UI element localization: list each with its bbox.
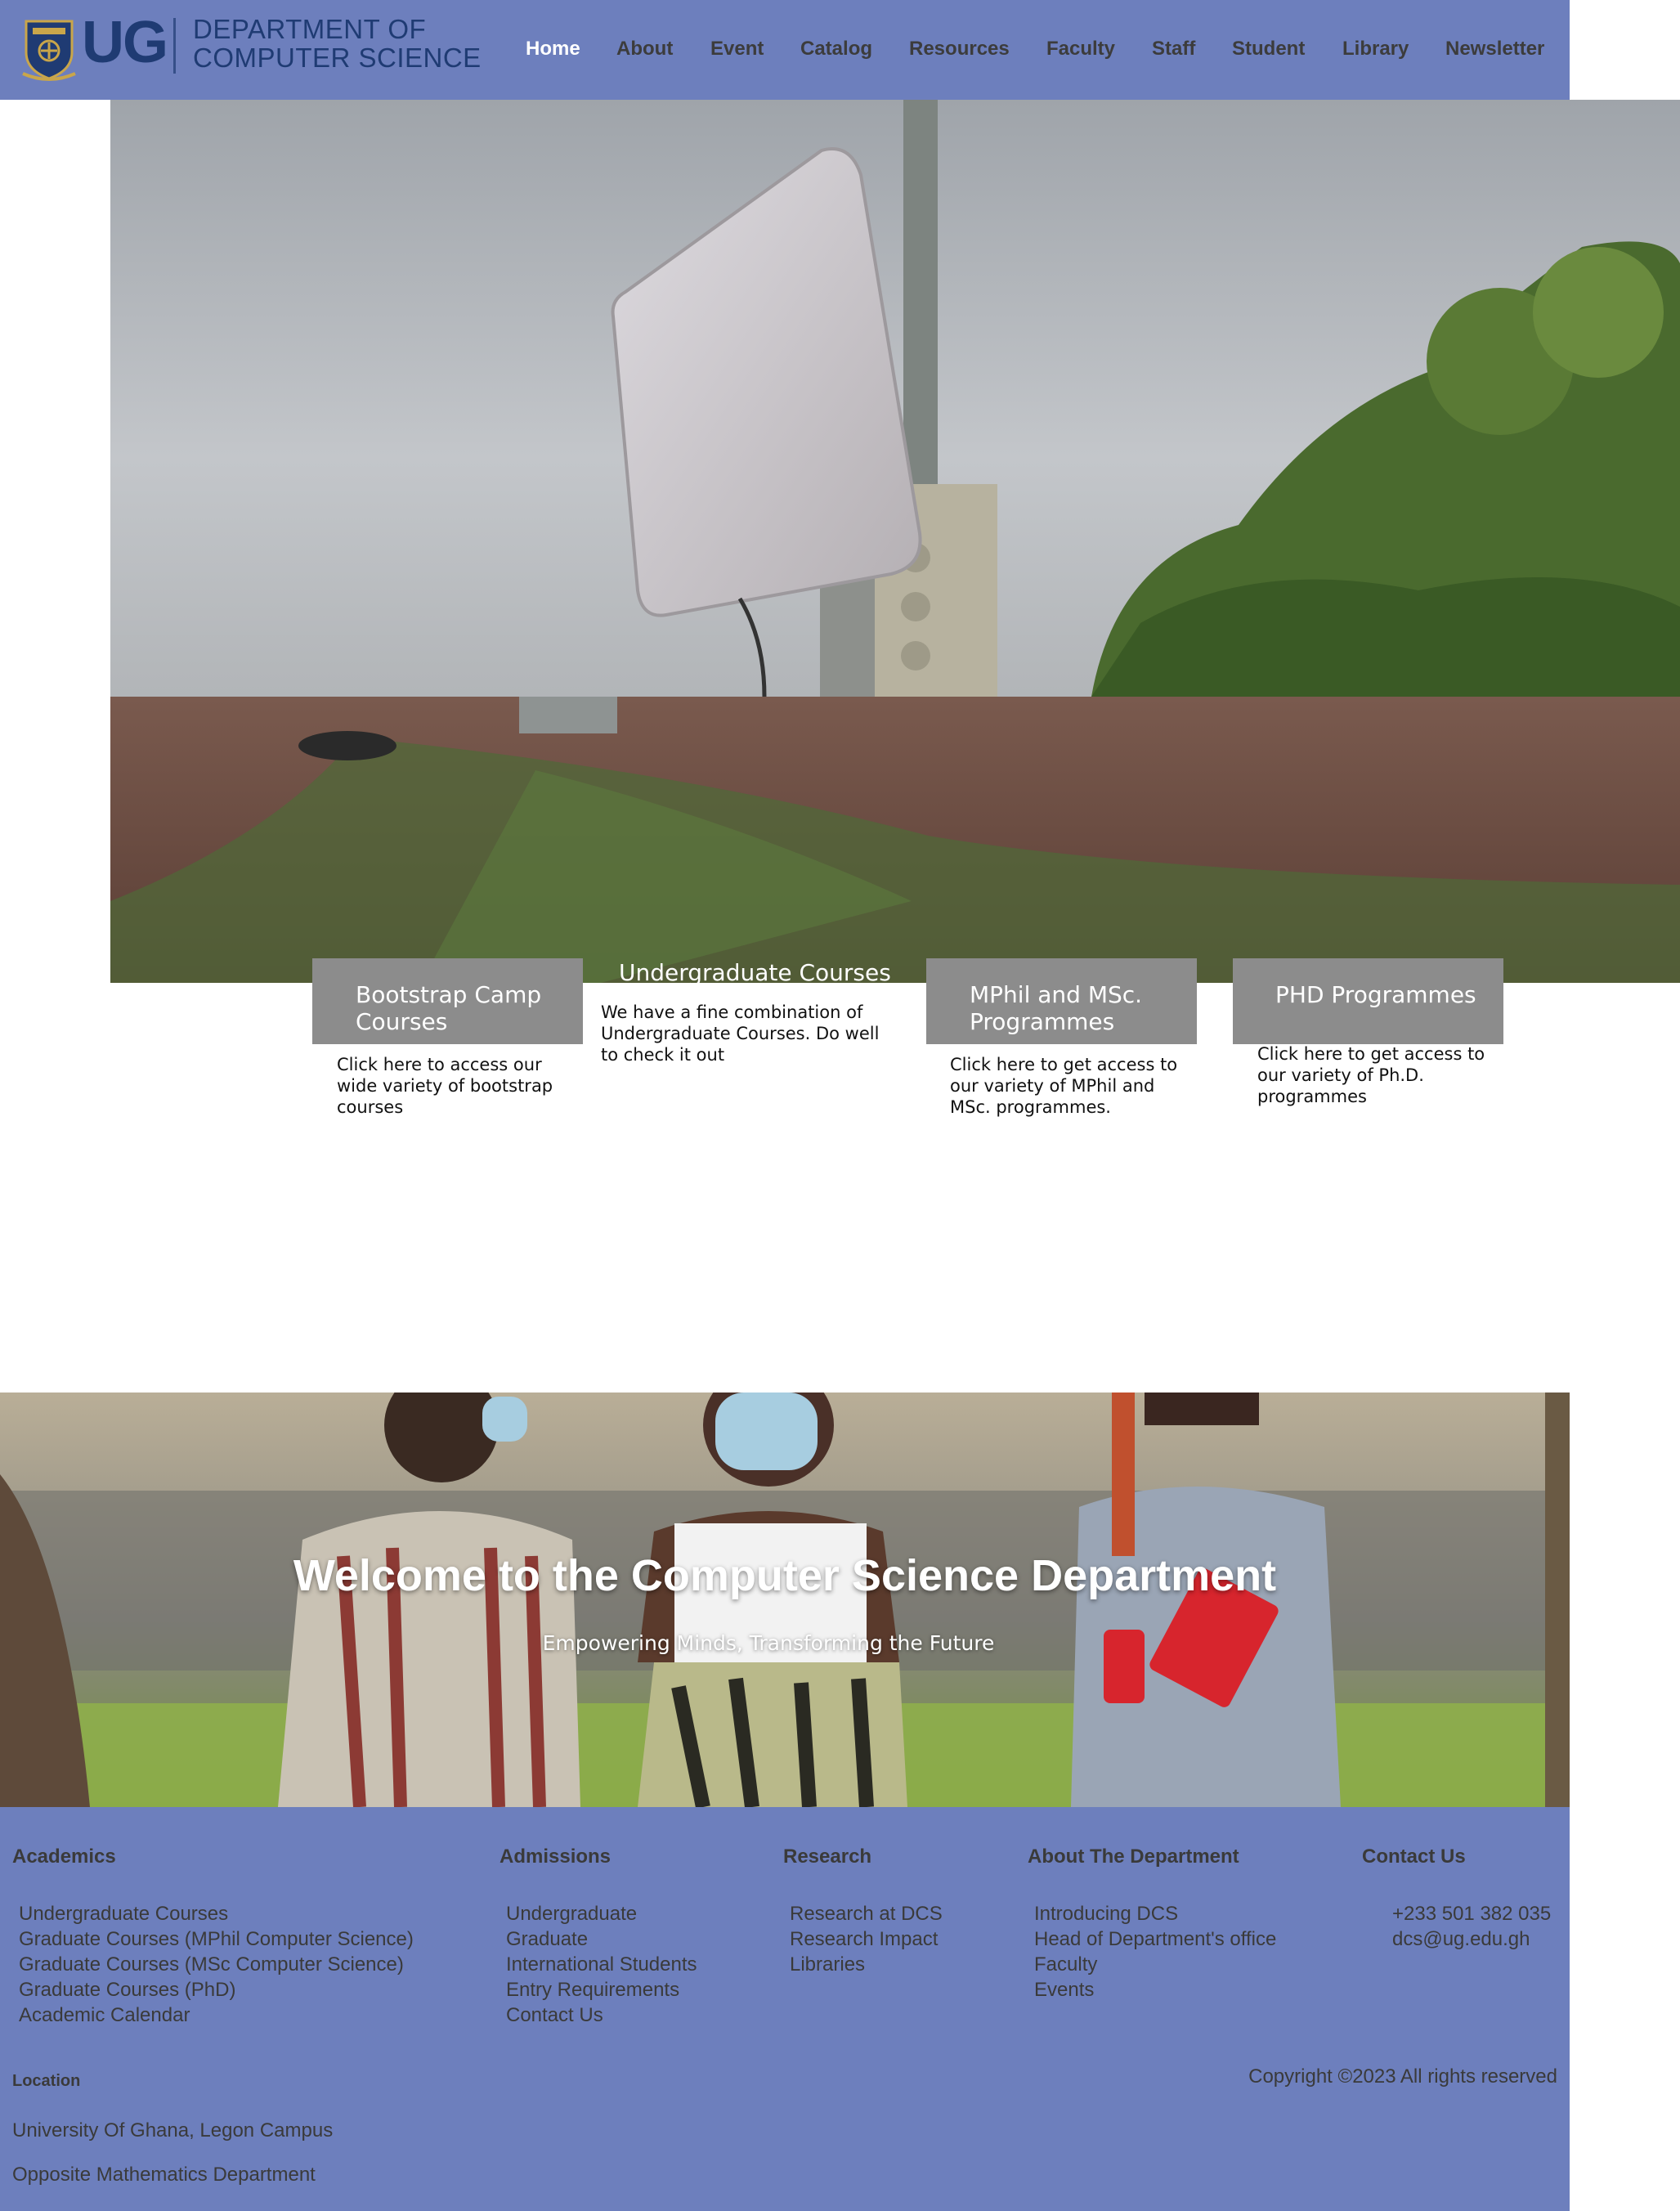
footer-link-undergraduate[interactable]: Undergraduate — [506, 1901, 697, 1926]
footer-link-entry-requirements[interactable]: Entry Requirements — [506, 1977, 697, 2002]
logo-department-name[interactable]: DEPARTMENT OF COMPUTER SCIENCE — [193, 15, 482, 72]
nav-event[interactable]: Event — [710, 38, 764, 61]
footer-contact-heading: Contact Us — [1362, 1845, 1466, 1868]
footer-link-academic-calendar[interactable]: Academic Calendar — [19, 2002, 414, 2028]
footer-link-contact-us[interactable]: Contact Us — [506, 2002, 697, 2028]
mphil-msc-card-title[interactable]: MPhil and MSc. Programmes — [926, 958, 1197, 1044]
footer-link-graduate-phd[interactable]: Graduate Courses (PhD) — [19, 1977, 414, 2002]
university-crest-icon[interactable] — [21, 16, 77, 82]
footer-research-heading: Research — [783, 1845, 872, 1868]
logo-wordmark[interactable]: UG — [82, 8, 168, 77]
hero-antenna-image — [110, 100, 1680, 983]
footer-admissions: Admissions Undergraduate Graduate Intern… — [500, 1845, 697, 2028]
nav-resources[interactable]: Resources — [909, 38, 1010, 61]
footer-link-events[interactable]: Events — [1034, 1977, 1276, 2002]
site-header: UG DEPARTMENT OF COMPUTER SCIENCE Home A… — [0, 0, 1570, 100]
logo-divider — [173, 18, 176, 74]
footer-link-undergraduate-courses[interactable]: Undergraduate Courses — [19, 1901, 414, 1926]
welcome-banner: Welcome to the Computer Science Departme… — [0, 1393, 1570, 1807]
footer-link-research-impact[interactable]: Research Impact — [790, 1926, 943, 1952]
footer-link-graduate-mphil[interactable]: Graduate Courses (MPhil Computer Science… — [19, 1926, 414, 1952]
footer-link-libraries[interactable]: Libraries — [790, 1952, 943, 1977]
nav-staff[interactable]: Staff — [1152, 38, 1195, 61]
nav-newsletter[interactable]: Newsletter — [1445, 38, 1544, 61]
footer-about: About The Department Introducing DCS Hea… — [1028, 1845, 1276, 2002]
footer-link-international-students[interactable]: International Students — [506, 1952, 697, 1977]
footer-contact: Contact Us +233 501 382 035 dcs@ug.edu.g… — [1362, 1845, 1551, 1952]
footer-academics-heading: Academics — [12, 1845, 116, 1868]
footer-contact-email[interactable]: dcs@ug.edu.gh — [1392, 1926, 1551, 1952]
nav-catalog[interactable]: Catalog — [800, 38, 872, 61]
welcome-heading: Welcome to the Computer Science Departme… — [293, 1551, 1277, 1600]
bootstrap-card-title[interactable]: Bootstrap Camp Courses — [312, 958, 583, 1044]
footer-research: Research Research at DCS Research Impact… — [783, 1845, 943, 1977]
footer-location-line-1: University Of Ghana, Legon Campus — [12, 2119, 334, 2141]
footer-location-line-2: Opposite Mathematics Department — [12, 2164, 316, 2186]
welcome-subtitle: Empowering Minds, Transforming the Futur… — [542, 1631, 995, 1655]
nav-home[interactable]: Home — [526, 38, 580, 61]
logo-dept-line-1: DEPARTMENT OF — [193, 14, 427, 44]
mphil-msc-card-text[interactable]: Click here to get access to our variety … — [950, 1054, 1187, 1118]
nav-faculty[interactable]: Faculty — [1046, 38, 1115, 61]
bootstrap-card-text[interactable]: Click here to access our wide variety of… — [337, 1054, 574, 1118]
footer-link-hod-office[interactable]: Head of Department's office — [1034, 1926, 1276, 1952]
nav-about[interactable]: About — [616, 38, 673, 61]
footer-academics: Academics Undergraduate Courses Graduate… — [12, 1845, 414, 2028]
phd-card-title[interactable]: PHD Programmes — [1233, 958, 1503, 1044]
footer-location-heading: Location — [12, 2072, 81, 2090]
footer-link-introducing-dcs[interactable]: Introducing DCS — [1034, 1901, 1276, 1926]
site-footer: Academics Undergraduate Courses Graduate… — [0, 1807, 1570, 2211]
phd-card-text[interactable]: Click here to get access to our variety … — [1257, 1043, 1494, 1107]
footer-link-graduate-msc[interactable]: Graduate Courses (MSc Computer Science) — [19, 1952, 414, 1977]
footer-contact-phone[interactable]: +233 501 382 035 — [1392, 1901, 1551, 1926]
footer-link-faculty[interactable]: Faculty — [1034, 1952, 1276, 1977]
nav-library[interactable]: Library — [1342, 38, 1409, 61]
footer-link-research-at-dcs[interactable]: Research at DCS — [790, 1901, 943, 1926]
footer-about-heading: About The Department — [1028, 1845, 1239, 1868]
hero-video[interactable] — [110, 100, 1680, 983]
nav-student[interactable]: Student — [1232, 38, 1305, 61]
logo-dept-line-2: COMPUTER SCIENCE — [193, 43, 482, 73]
undergraduate-card-text[interactable]: We have a fine combination of Undergradu… — [601, 1002, 883, 1065]
undergraduate-card-title[interactable]: Undergraduate Courses — [619, 959, 891, 986]
footer-admissions-heading: Admissions — [500, 1845, 612, 1868]
footer-link-graduate[interactable]: Graduate — [506, 1926, 697, 1952]
footer-copyright: Copyright ©2023 All rights reserved — [1248, 2065, 1557, 2088]
